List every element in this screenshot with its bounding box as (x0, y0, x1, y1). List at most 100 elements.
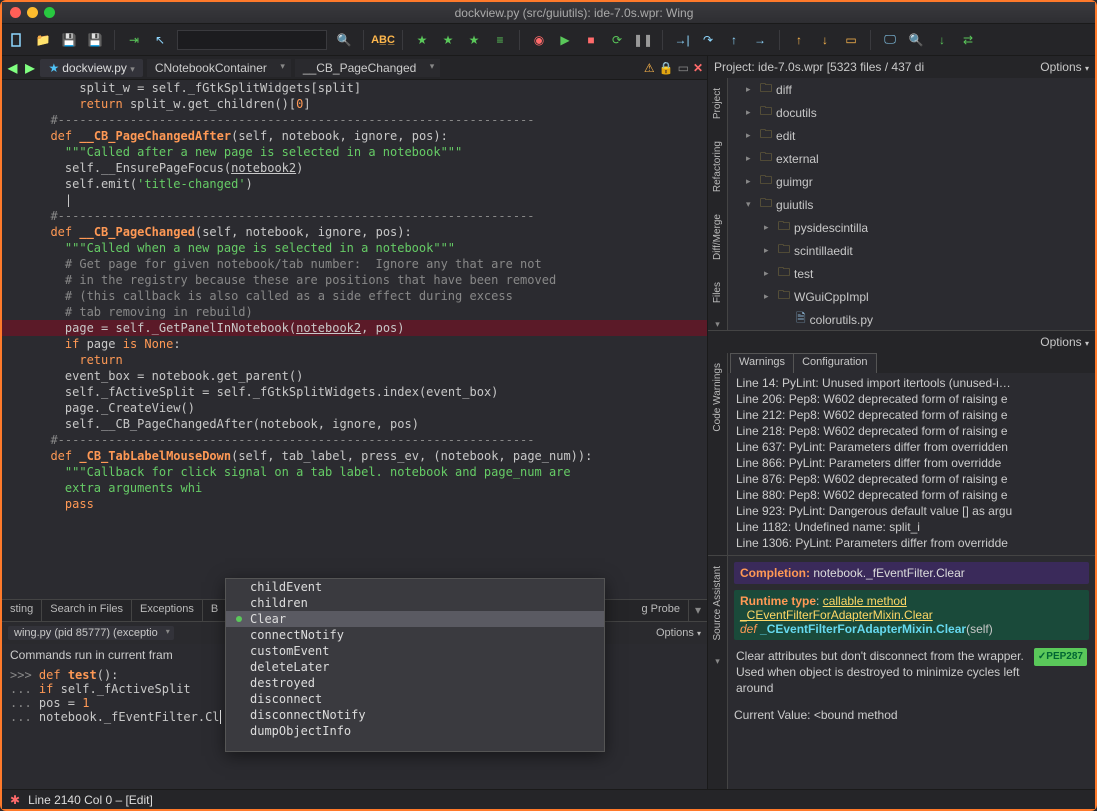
bookmark-list-icon[interactable]: ≡ (491, 31, 509, 49)
frame-icon[interactable]: ▭ (842, 31, 860, 49)
autocomplete-item[interactable]: customEvent (226, 643, 604, 659)
autocomplete-item[interactable]: children (226, 595, 604, 611)
tab-testing[interactable]: sting (2, 600, 42, 621)
project-tree[interactable]: ▸🗀diff▸🗀docutils▸🗀edit▸🗀external▸🗀guimgr… (728, 78, 1095, 330)
autocomplete-item[interactable]: destroyed (226, 675, 604, 691)
tree-row[interactable]: ▸🗀pysidescintilla (728, 216, 1095, 239)
autocomplete-item[interactable]: connectNotify (226, 627, 604, 643)
tab-b[interactable]: B (203, 600, 227, 621)
tree-row[interactable]: ▸🗀diff (728, 78, 1095, 101)
new-file-icon[interactable] (8, 31, 26, 49)
tab-debug-probe[interactable]: g Probe (633, 600, 689, 621)
step-into-icon[interactable]: →| (673, 31, 691, 49)
tree-row[interactable]: 🗎colorutils.py (728, 308, 1095, 330)
lock-icon[interactable]: 🔒 (659, 61, 674, 75)
zoom-icon[interactable]: 🔍 (907, 31, 925, 49)
autocomplete-item[interactable]: dumpObjectInfo (226, 723, 604, 739)
warning-line[interactable]: Line 876: Pep8: W602 deprecated form of … (728, 471, 1095, 487)
tab-search-in-files[interactable]: Search in Files (42, 600, 132, 621)
tree-row[interactable]: ▾🗀guiutils (728, 193, 1095, 216)
autocomplete-item[interactable]: Clear (226, 611, 604, 627)
warning-line[interactable]: Line 206: Pep8: W602 deprecated form of … (728, 391, 1095, 407)
frame-down-icon[interactable]: ↓ (816, 31, 834, 49)
tree-row[interactable]: ▸🗀scintillaedit (728, 239, 1095, 262)
run-icon[interactable]: ▶ (556, 31, 574, 49)
step-out-icon[interactable]: ↑ (725, 31, 743, 49)
project-options[interactable]: Options ▾ (1040, 60, 1089, 74)
save-all-icon[interactable]: 💾 (86, 31, 104, 49)
search-icon[interactable]: 🔍 (335, 31, 353, 49)
sidetab-diff-merge[interactable]: Diff/Merge (712, 208, 723, 266)
editor-tab-dockview[interactable]: ★dockview.py ▾ (40, 59, 142, 77)
open-icon[interactable]: 📁 (34, 31, 52, 49)
warning-line[interactable]: Line 1182: Undefined name: split_i (728, 519, 1095, 535)
warning-line[interactable]: Line 1306: PyLint: Parameters differ fro… (728, 535, 1095, 551)
stop-icon[interactable]: ■ (582, 31, 600, 49)
options-link[interactable]: Options ▾ (656, 627, 701, 639)
autocomplete-item[interactable]: disconnect (226, 691, 604, 707)
editor-class-crumb[interactable]: CNotebookContainer (147, 59, 291, 77)
warning-line[interactable]: Line 14: PyLint: Unused import itertools… (728, 375, 1095, 391)
status-text: Line 2140 Col 0 – [Edit] (28, 793, 153, 807)
frame-up-icon[interactable]: ↑ (790, 31, 808, 49)
restart-icon[interactable]: ⟳ (608, 31, 626, 49)
tree-row[interactable]: ▸🗀external (728, 147, 1095, 170)
autocomplete-item[interactable]: deleteLater (226, 659, 604, 675)
autocomplete-item[interactable]: childEvent (226, 579, 604, 595)
editor-func-crumb[interactable]: __CB_PageChanged (295, 59, 440, 77)
warning-icon[interactable]: ⚠ (644, 61, 655, 75)
close-window-icon[interactable] (10, 7, 21, 18)
bug-icon[interactable]: ✱ (10, 793, 20, 807)
record-icon[interactable]: ◉ (530, 31, 548, 49)
save-icon[interactable]: 💾 (60, 31, 78, 49)
tree-row[interactable]: ▸🗀guimgr (728, 170, 1095, 193)
search-input[interactable] (177, 30, 327, 50)
process-selector[interactable]: wing.py (pid 85777) (exceptio (8, 626, 174, 640)
warning-line[interactable]: Line 637: PyLint: Parameters differ from… (728, 439, 1095, 455)
warnings-options[interactable]: Options ▾ (1040, 335, 1089, 349)
maximize-window-icon[interactable] (44, 7, 55, 18)
tree-row[interactable]: ▸🗀test (728, 262, 1095, 285)
tree-row[interactable]: ▸🗀docutils (728, 101, 1095, 124)
code-editor[interactable]: split_w = self._fGtkSplitWidgets[split] … (2, 80, 707, 599)
minimize-window-icon[interactable] (27, 7, 38, 18)
sidetab-files[interactable]: Files (712, 276, 723, 309)
warning-line[interactable]: Line 866: PyLint: Parameters differ from… (728, 455, 1095, 471)
sidetab-refactoring[interactable]: Refactoring (712, 135, 723, 198)
tree-row[interactable]: ▸🗀WGuiCppImpl (728, 285, 1095, 308)
download-icon[interactable]: ↓ (933, 31, 951, 49)
folder-icon: 🗀 (778, 286, 790, 307)
spellcheck-icon[interactable]: AB̲C̲ (374, 31, 392, 49)
close-tab-icon[interactable]: ✕ (693, 61, 703, 75)
sync-icon[interactable]: ⇄ (959, 31, 977, 49)
sidetab-overflow-icon[interactable]: ▾ (715, 319, 720, 330)
indent-icon[interactable]: ⇥ (125, 31, 143, 49)
tree-row[interactable]: ▸🗀edit (728, 124, 1095, 147)
sidetab-source-assistant[interactable]: Source Assistant (712, 560, 723, 646)
bookmark-icon[interactable]: ★ (413, 31, 431, 49)
tab-overflow-icon[interactable]: ▾ (689, 600, 707, 621)
sidetab-project[interactable]: Project (712, 82, 723, 125)
sidetab-code-warnings[interactable]: Code Warnings (712, 357, 723, 438)
sidetab-overflow2-icon[interactable]: ▾ (715, 656, 720, 667)
split-icon[interactable]: ▭ (678, 61, 689, 75)
warning-list[interactable]: Line 14: PyLint: Unused import itertools… (728, 373, 1095, 553)
cursor-icon[interactable]: ↖ (151, 31, 169, 49)
nav-back-icon[interactable]: ◀ (6, 61, 19, 75)
step-over-icon[interactable]: ↷ (699, 31, 717, 49)
bookmark-next-icon[interactable]: ★ (465, 31, 483, 49)
pause-icon[interactable]: ❚❚ (634, 31, 652, 49)
tab-exceptions[interactable]: Exceptions (132, 600, 203, 621)
run-to-icon[interactable]: → (751, 31, 769, 49)
warning-line[interactable]: Line 212: Pep8: W602 deprecated form of … (728, 407, 1095, 423)
tab-configuration[interactable]: Configuration (794, 353, 876, 373)
autocomplete-popup[interactable]: childEventchildrenClearconnectNotifycust… (225, 578, 605, 752)
autocomplete-item[interactable]: disconnectNotify (226, 707, 604, 723)
tab-warnings[interactable]: Warnings (730, 353, 794, 373)
nav-fwd-icon[interactable]: ▶ (23, 61, 36, 75)
warning-line[interactable]: Line 923: PyLint: Dangerous default valu… (728, 503, 1095, 519)
warning-line[interactable]: Line 880: Pep8: W602 deprecated form of … (728, 487, 1095, 503)
warning-line[interactable]: Line 218: Pep8: W602 deprecated form of … (728, 423, 1095, 439)
monitor-icon[interactable]: 🖵 (881, 31, 899, 49)
bookmark-prev-icon[interactable]: ★ (439, 31, 457, 49)
